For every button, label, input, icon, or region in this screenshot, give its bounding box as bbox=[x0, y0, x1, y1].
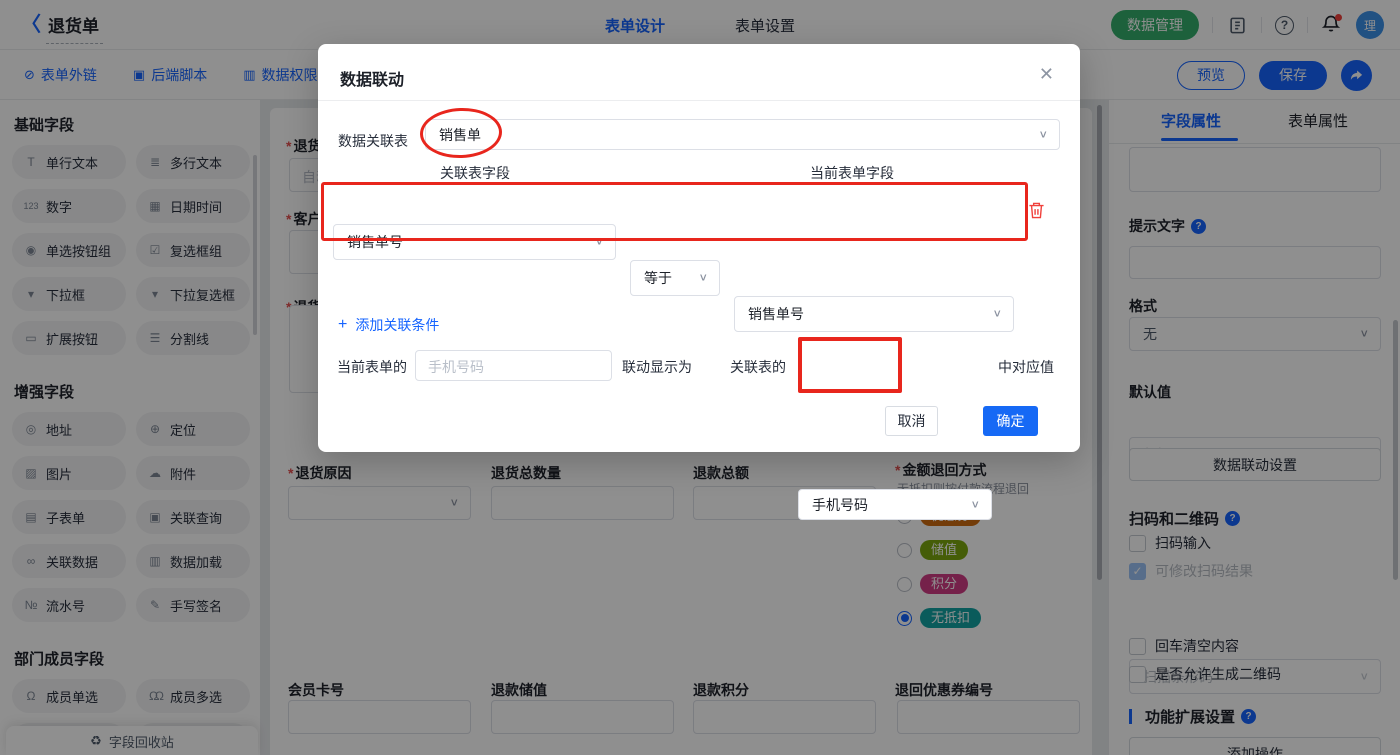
chevron-down-icon: ∨ bbox=[992, 307, 1002, 320]
relation-table-select[interactable]: 销售单 ∨ bbox=[425, 119, 1060, 150]
modal-title: 数据联动 bbox=[340, 66, 404, 90]
relation-table-label: 数据关联表 bbox=[338, 126, 408, 157]
current-field-select[interactable]: 销售单号 ∨ bbox=[734, 296, 1014, 332]
display-row-prefix: 当前表单的 bbox=[337, 357, 407, 377]
plus-icon: + bbox=[338, 316, 347, 334]
chevron-down-icon: ∨ bbox=[970, 497, 980, 510]
relation-display-field-select[interactable]: 手机号码 ∨ bbox=[798, 489, 992, 520]
current-field-display-input[interactable]: 手机号码 bbox=[415, 350, 612, 381]
app-screen: 〈 退货单 表单设计 表单设置 数据管理 ? 理 ⊘ 表单外链 bbox=[0, 0, 1400, 755]
add-condition-link[interactable]: + 添加关联条件 bbox=[338, 315, 439, 335]
display-row-suffix: 中对应值 bbox=[998, 357, 1054, 377]
annotation-box-condition-row bbox=[321, 182, 1028, 241]
display-row-middle: 联动显示为 bbox=[622, 357, 692, 377]
operator-select[interactable]: 等于 ∨ bbox=[630, 260, 720, 296]
ok-button[interactable]: 确定 bbox=[983, 406, 1038, 436]
col-header-current-field: 当前表单字段 bbox=[810, 163, 894, 183]
chevron-down-icon: ∨ bbox=[1038, 127, 1048, 140]
data-linkage-modal: 数据联动 ✕ 数据关联表 销售单 ∨ 关联表字段 当前表单字段 销售单号 ∨ 等… bbox=[318, 44, 1080, 452]
close-icon[interactable]: ✕ bbox=[1039, 64, 1054, 85]
divider bbox=[318, 100, 1080, 101]
display-row-rel-prefix: 关联表的 bbox=[730, 357, 786, 377]
cancel-button[interactable]: 取消 bbox=[885, 406, 938, 436]
annotation-box-phone-field bbox=[798, 337, 902, 393]
chevron-down-icon: ∨ bbox=[698, 271, 708, 284]
add-condition-label: 添加关联条件 bbox=[355, 315, 439, 335]
col-header-relation-field: 关联表字段 bbox=[440, 163, 510, 183]
delete-condition-icon[interactable] bbox=[1028, 201, 1046, 221]
